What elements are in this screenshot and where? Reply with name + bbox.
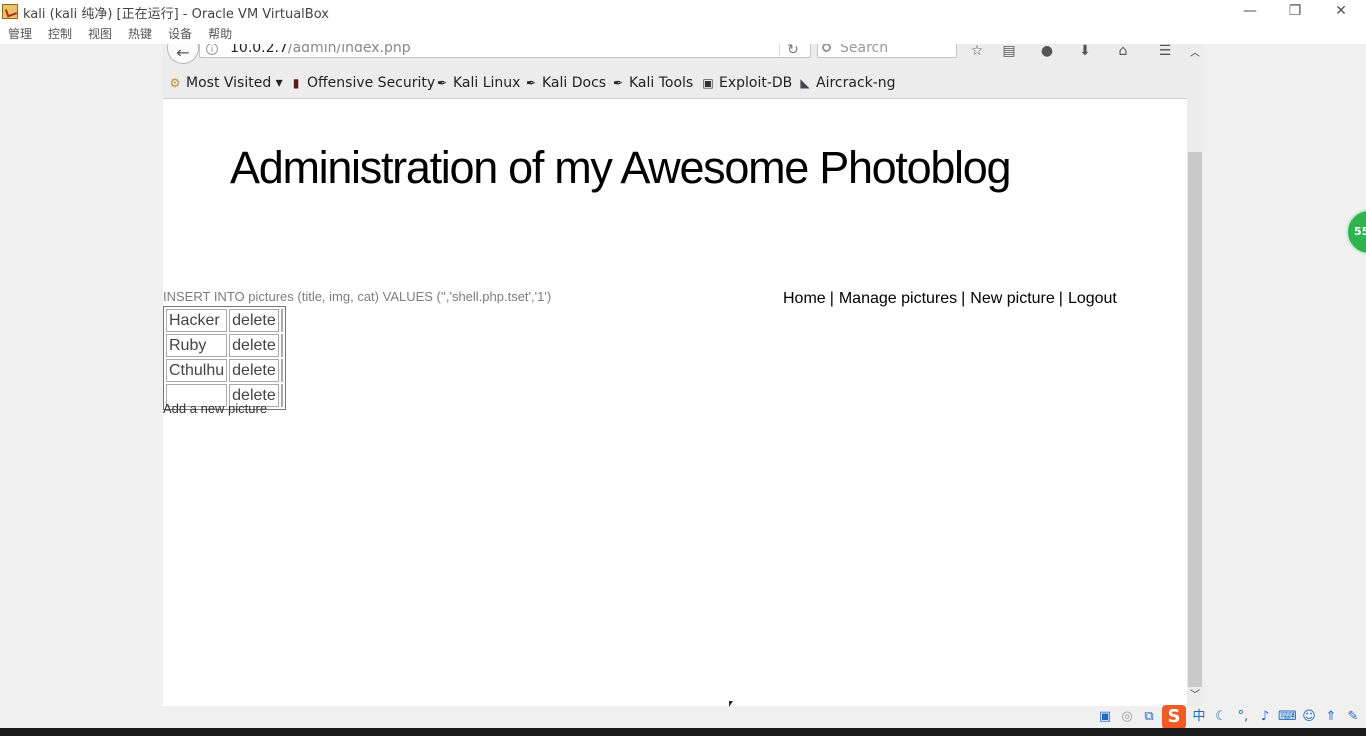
offensive-security-icon: ▮	[292, 76, 300, 90]
kali-dragon-icon: ✒	[436, 76, 448, 90]
nav-new-picture-link[interactable]: New picture	[970, 290, 1054, 307]
punctuation-icon[interactable]: °,	[1234, 708, 1252, 726]
kali-dragon-icon: ✒	[612, 76, 624, 90]
aircrack-icon: ◣	[800, 76, 810, 90]
picture-title-cell: Hacker	[166, 309, 228, 332]
exploit-db-icon: ▣	[702, 76, 714, 90]
vbox-menubar: 管理 控制 视图 热键 设备 帮助	[0, 24, 240, 44]
bookmark-label: Kali Linux	[453, 75, 521, 91]
hard-disk-icon[interactable]: ▣	[1096, 708, 1114, 726]
url-bar[interactable]: i 10.0.2.7/admin/index.php ↻	[199, 44, 811, 58]
delete-link[interactable]: delete	[229, 309, 279, 332]
vm-display-margin-right	[1203, 44, 1366, 706]
kali-dragon-icon: ✒	[525, 76, 537, 90]
picture-title-cell: Ruby	[166, 334, 228, 357]
page-scrollbar[interactable]: ︿ ﹀	[1187, 44, 1203, 706]
bookmark-label: Kali Tools	[629, 75, 694, 91]
table-row: Ruby delete	[166, 334, 283, 357]
nav-logout-link[interactable]: Logout	[1068, 290, 1117, 307]
bookmark-kali-tools[interactable]: ✒ Kali Tools	[611, 74, 693, 92]
page-content: Administration of my Awesome Photoblog I…	[163, 99, 1187, 706]
downloads-icon[interactable]: ⬇	[1074, 44, 1096, 60]
picture-title-cell: Cthulhu	[166, 359, 228, 382]
bookmark-exploit-db[interactable]: ▣ Exploit-DB	[701, 74, 792, 92]
hamburger-menu-icon[interactable]: ☰	[1154, 44, 1176, 60]
microphone-icon[interactable]: ♪	[1256, 708, 1274, 726]
window-title: kali (kali 纯净) [正在运行] - Oracle VM Virtua…	[23, 7, 329, 22]
network-icon[interactable]: ⧉	[1140, 708, 1158, 726]
admin-nav: Home | Manage pictures | New picture | Logout	[783, 290, 1117, 308]
scroll-up-arrow-icon[interactable]: ︿	[1187, 46, 1203, 62]
delete-link[interactable]: delete	[229, 359, 279, 382]
reload-icon[interactable]: ↻	[779, 44, 806, 58]
scrollbar-thumb[interactable]	[1188, 152, 1202, 687]
sql-debug-output: INSERT INTO pictures (title, img, cat) V…	[163, 289, 552, 304]
menu-view[interactable]: 视图	[80, 24, 120, 44]
url-host: 10.0.2.7	[230, 44, 288, 56]
search-input[interactable]: Search	[817, 44, 957, 58]
optical-drive-icon[interactable]: ◎	[1118, 708, 1136, 726]
bookmark-offensive-security[interactable]: ▮ Offensive Security	[289, 74, 436, 92]
nav-separator: |	[1058, 290, 1063, 307]
reading-list-icon[interactable]: ▤	[998, 44, 1020, 60]
search-icon	[822, 44, 831, 52]
nav-separator: |	[961, 290, 966, 307]
restore-button[interactable]: ❐	[1272, 0, 1318, 24]
bookmark-kali-docs[interactable]: ✒ Kali Docs	[524, 74, 606, 92]
moon-icon[interactable]: ☾	[1212, 708, 1230, 726]
add-new-picture-link[interactable]: Add a new picture	[163, 401, 267, 416]
host-taskbar	[0, 728, 1366, 736]
scroll-down-arrow-icon[interactable]: ﹀	[1187, 688, 1203, 704]
picture-image-cell	[280, 384, 283, 407]
user-icon[interactable]: ☺	[1300, 708, 1318, 726]
wrench-icon[interactable]: ✎	[1344, 708, 1362, 726]
back-button[interactable]: ←	[167, 44, 199, 64]
nav-manage-pictures-link[interactable]: Manage pictures	[839, 290, 957, 307]
vbox-statusbar: ▣ ◎ ⧉ S 中 ☾ °, ♪ ⌨ ☺ ⇑ ✎	[1092, 705, 1366, 729]
bookmark-aircrack-ng[interactable]: ◣ Aircrack-ng	[798, 74, 896, 92]
browser-nav-toolbar: ← i 10.0.2.7/admin/index.php ↻ Search ☆ …	[163, 44, 1187, 66]
most-visited-icon: ⚙	[169, 76, 181, 90]
bookmark-kali-linux[interactable]: ✒ Kali Linux	[435, 74, 521, 92]
menu-control[interactable]: 控制	[40, 24, 80, 44]
picture-image-cell	[280, 334, 283, 357]
bookmark-label: Aircrack-ng	[816, 75, 896, 91]
home-icon[interactable]: ⌂	[1112, 44, 1134, 60]
bookmark-star-icon[interactable]: ☆	[966, 44, 988, 60]
menu-hotkeys[interactable]: 热键	[120, 24, 160, 44]
info-icon[interactable]: i	[206, 44, 218, 55]
bookmark-label: Offensive Security	[307, 75, 436, 91]
picture-image-cell	[280, 309, 283, 332]
delete-link[interactable]: delete	[229, 334, 279, 357]
table-row: Hacker delete	[166, 309, 283, 332]
pictures-table: Hacker delete Ruby delete Cthulhu delete…	[163, 306, 286, 410]
url-text: 10.0.2.7/admin/index.php	[230, 44, 411, 56]
keyboard-icon[interactable]: ⌨	[1278, 708, 1297, 726]
bookmarks-toolbar: ⚙ Most Visited ▾ ▮ Offensive Security ✒ Kal…	[163, 66, 1187, 99]
nav-home-link[interactable]: Home	[783, 290, 826, 307]
mouse-cursor-icon	[729, 701, 733, 707]
page-title: Administration of my Awesome Photoblog	[230, 142, 1012, 193]
shirt-icon[interactable]: ⇑	[1322, 708, 1340, 726]
minimize-button[interactable]: —	[1227, 0, 1273, 24]
bookmark-most-visited[interactable]: ⚙ Most Visited ▾	[168, 74, 283, 92]
close-button[interactable]: ✕	[1318, 0, 1364, 24]
nav-separator: |	[829, 290, 834, 307]
url-path: /admin/index.php	[287, 44, 411, 56]
sogou-ime-icon[interactable]: S	[1162, 705, 1186, 729]
picture-image-cell	[280, 359, 283, 382]
menu-devices[interactable]: 设备	[160, 24, 200, 44]
virtualbox-app-icon	[2, 4, 18, 19]
bookmark-label: Exploit-DB	[719, 75, 793, 91]
menu-manage[interactable]: 管理	[0, 24, 40, 44]
ime-chinese-mode[interactable]: 中	[1190, 708, 1208, 726]
menu-help[interactable]: 帮助	[200, 24, 240, 44]
bookmark-label: Kali Docs	[542, 75, 607, 91]
vbox-titlebar: kali (kali 纯净) [正在运行] - Oracle VM Virtua…	[0, 0, 1366, 44]
bookmark-label: Most Visited ▾	[186, 75, 283, 91]
table-row: Cthulhu delete	[166, 359, 283, 382]
vm-display-margin-left	[0, 44, 163, 706]
search-placeholder: Search	[840, 44, 889, 56]
pocket-icon[interactable]: ●	[1036, 44, 1058, 60]
